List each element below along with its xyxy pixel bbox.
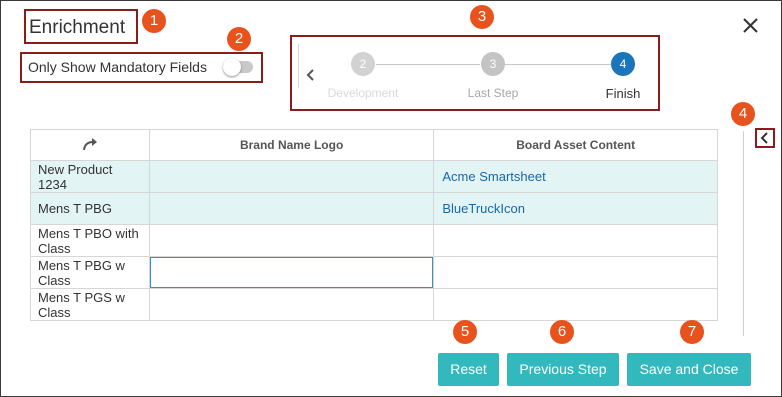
grid-corner-cell[interactable] xyxy=(30,129,150,161)
row-header: Mens T PBO with Class xyxy=(30,224,150,257)
close-button[interactable] xyxy=(739,14,763,38)
side-panel-divider xyxy=(743,131,744,336)
row-header: Mens T PGS w Class xyxy=(30,288,150,321)
step-connector xyxy=(505,64,611,65)
grid-cell[interactable] xyxy=(148,288,435,321)
callout-badge-4: 4 xyxy=(731,102,755,126)
stepper-divider xyxy=(298,44,299,88)
step-3-circle[interactable]: 3 xyxy=(481,52,505,76)
save-and-close-button[interactable]: Save and Close xyxy=(627,353,751,386)
table-row: Mens T PGS w Class xyxy=(30,288,718,321)
callout-badge-6: 6 xyxy=(550,320,574,344)
column-header-board-asset[interactable]: Board Asset Content xyxy=(433,129,718,161)
grid-cell[interactable] xyxy=(148,224,435,257)
table-row: Mens T PBG BlueTruckIcon xyxy=(30,192,718,225)
callout-badge-1: 1 xyxy=(142,9,166,33)
chevron-left-icon xyxy=(306,69,314,81)
callout-badge-7: 7 xyxy=(680,320,704,344)
grid-cell[interactable] xyxy=(433,256,718,289)
table-row: Mens T PBO with Class xyxy=(30,224,718,257)
mandatory-fields-toggle[interactable] xyxy=(223,58,253,76)
step-4-label: Finish xyxy=(605,86,641,101)
stepper-prev-button[interactable] xyxy=(303,64,317,86)
close-icon xyxy=(743,18,758,33)
grid-cell[interactable] xyxy=(433,288,718,321)
callout-badge-2: 2 xyxy=(227,27,251,51)
step-2-circle[interactable]: 2 xyxy=(351,52,375,76)
step-2-label: Development xyxy=(327,86,399,100)
column-header-brand-logo[interactable]: Brand Name Logo xyxy=(148,129,435,161)
grid-header-row: Brand Name Logo Board Asset Content xyxy=(30,129,718,161)
chevron-left-icon xyxy=(760,132,768,144)
toggle-knob xyxy=(223,58,241,76)
side-panel-collapse-button[interactable] xyxy=(755,128,775,148)
row-header: Mens T PBG w Class xyxy=(30,256,150,289)
step-4-circle[interactable]: 4 xyxy=(611,52,635,76)
grid-cell-link[interactable]: BlueTruckIcon xyxy=(433,192,718,225)
reset-button[interactable]: Reset xyxy=(438,353,499,386)
row-header: New Product 1234 xyxy=(30,160,150,193)
previous-step-button[interactable]: Previous Step xyxy=(507,353,619,386)
mandatory-fields-label: Only Show Mandatory Fields xyxy=(28,59,207,75)
step-3-label: Last Step xyxy=(467,86,519,100)
enrichment-grid: Brand Name Logo Board Asset Content New … xyxy=(30,129,718,321)
row-header: Mens T PBG xyxy=(30,192,150,225)
table-row: Mens T PBG w Class xyxy=(30,256,718,289)
grid-cell-selected[interactable] xyxy=(148,256,435,289)
callout-badge-5: 5 xyxy=(453,320,477,344)
step-connector xyxy=(376,64,480,65)
dialog-title: Enrichment xyxy=(29,17,126,38)
grid-cell-link[interactable]: Acme Smartsheet xyxy=(433,160,718,193)
redo-arrow-icon xyxy=(82,137,97,150)
grid-cell[interactable] xyxy=(148,160,435,193)
table-row: New Product 1234 Acme Smartsheet xyxy=(30,160,718,193)
grid-cell[interactable] xyxy=(148,192,435,225)
grid-cell[interactable] xyxy=(433,224,718,257)
callout-badge-3: 3 xyxy=(470,5,494,29)
